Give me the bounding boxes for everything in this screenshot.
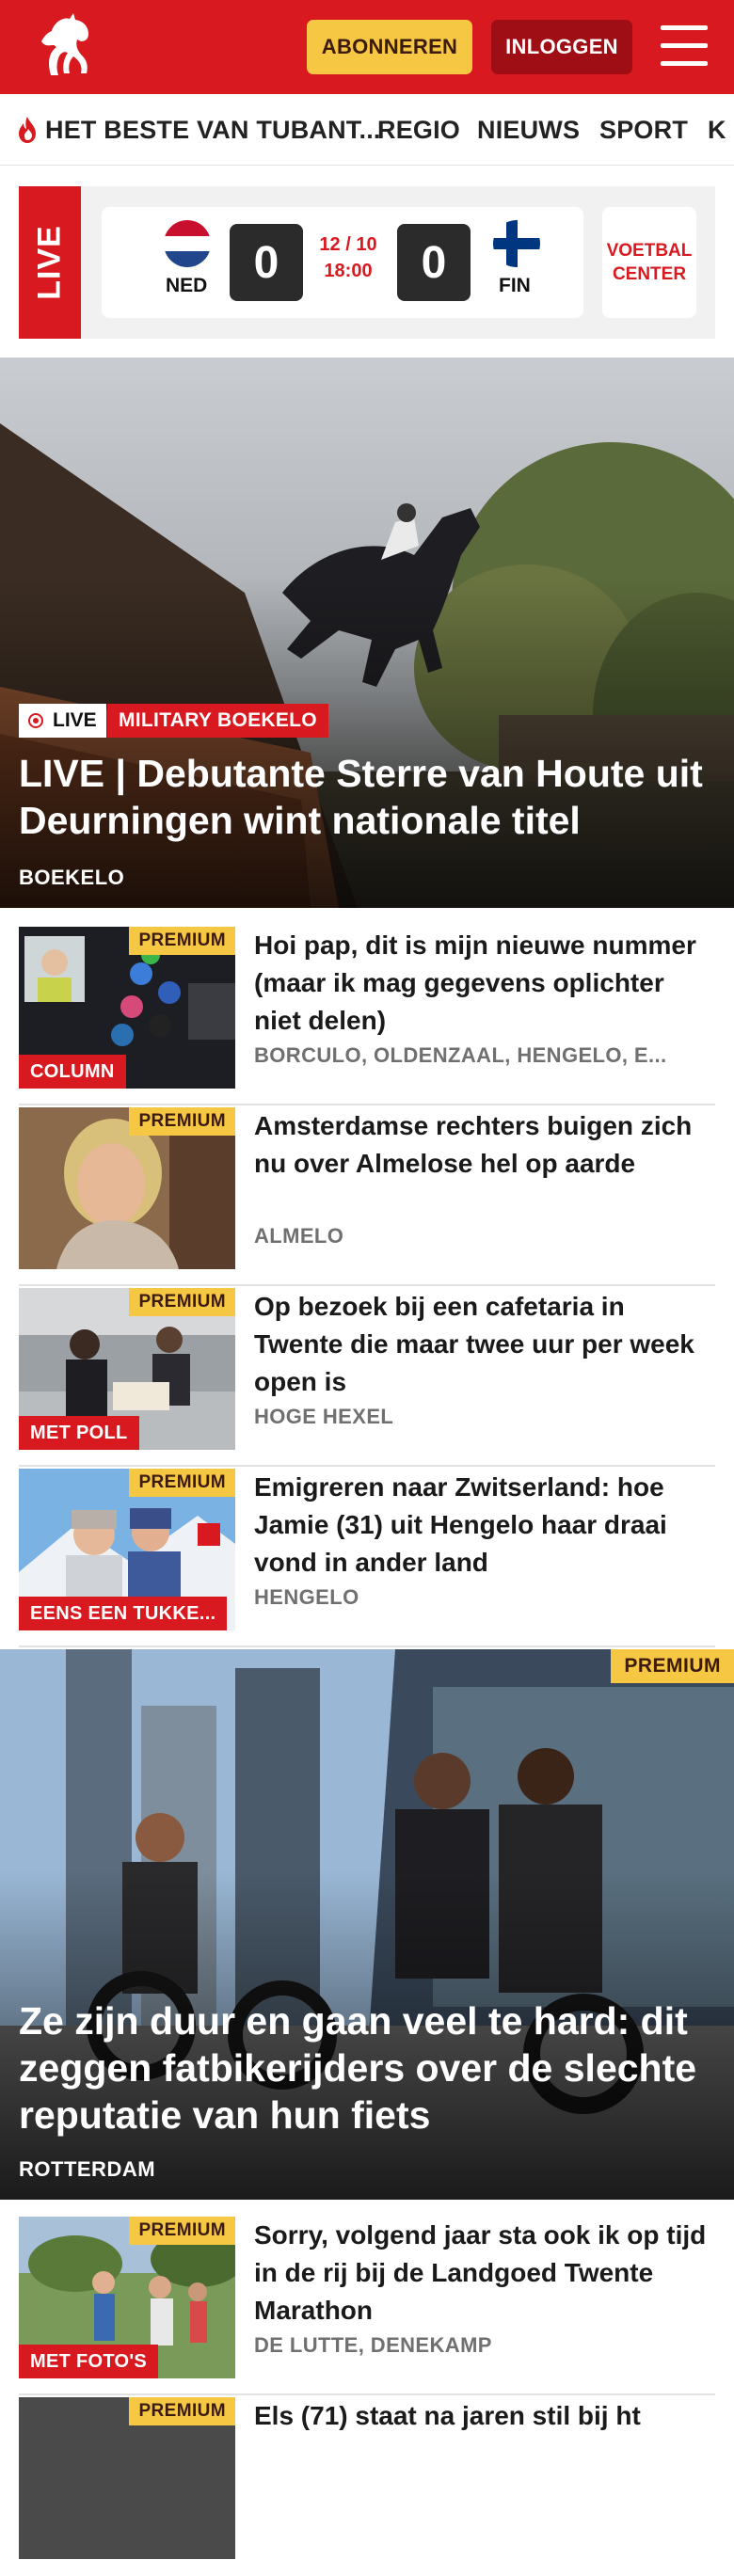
article-label: MET FOTO'S: [19, 2345, 159, 2378]
premium-badge: PREMIUM: [129, 1469, 235, 1497]
live-dot-icon: [28, 713, 43, 728]
article-title[interactable]: Hoi pap, dit is mijn nieuwe nummer (maar…: [254, 927, 715, 1040]
live-match-widget: LIVE NED 0 12 / 10 18:00 0 FIN VOETBAL C…: [19, 186, 715, 339]
list-item[interactable]: PREMIUM Els (71) staat na jaren stil bij…: [19, 2397, 715, 2576]
live-label: LIVE: [31, 225, 68, 300]
nav-item-more[interactable]: K: [708, 94, 726, 165]
article-thumbnail: PREMIUM: [19, 1107, 235, 1269]
article-thumbnail: PREMIUM EENS EEN TUKKE...: [19, 1469, 235, 1630]
article-thumbnail: PREMIUM: [19, 2397, 235, 2559]
live-tab[interactable]: LIVE: [19, 186, 81, 339]
article-title[interactable]: Op bezoek bij een cafetaria in Twente di…: [254, 1288, 715, 1401]
subscribe-button[interactable]: ABONNEREN: [307, 20, 472, 74]
list-item[interactable]: PREMIUM COLUMN Hoi pap, dit is mijn nieu…: [19, 927, 715, 1105]
premium-badge: PREMIUM: [129, 927, 235, 955]
nav-item-regio[interactable]: REGIO: [377, 94, 460, 165]
nav-item-nieuws[interactable]: NIEUWS: [477, 94, 580, 165]
live-tag: LIVE: [19, 704, 106, 738]
voetbal-center-link[interactable]: VOETBAL CENTER: [602, 207, 696, 318]
article-label: EENS EEN TUKKE...: [19, 1597, 228, 1630]
article-title[interactable]: Amsterdamse rechters buigen zich nu over…: [254, 1107, 715, 1183]
premium-badge: PREMIUM: [611, 1649, 734, 1683]
list-item[interactable]: PREMIUM Amsterdamse rechters buigen zich…: [19, 1107, 715, 1286]
nav-item-sport[interactable]: SPORT: [599, 94, 688, 165]
home-score: 0: [230, 224, 303, 301]
article-location: ALMELO: [254, 1224, 344, 1248]
match-time: 18:00: [324, 261, 373, 281]
list-item[interactable]: PREMIUM EENS EEN TUKKE... Emigreren naar…: [19, 1469, 715, 1647]
premium-badge: PREMIUM: [129, 1288, 235, 1316]
flame-icon: [19, 117, 36, 143]
netherlands-flag-icon: [164, 220, 211, 267]
article-location: HOGE HEXEL: [254, 1405, 394, 1428]
voetbal-center-label-2: CENTER: [612, 264, 687, 284]
match-datetime: 12 / 10 18:00: [312, 231, 384, 284]
premium-badge: PREMIUM: [129, 2217, 235, 2245]
menu-icon[interactable]: [661, 25, 708, 67]
article-title[interactable]: Emigreren naar Zwitserland: hoe Jamie (3…: [254, 1469, 715, 1582]
site-header: ABONNEREN INLOGGEN: [0, 0, 734, 94]
article-location: DE LUTTE, DENEKAMP: [254, 2333, 492, 2357]
finland-flag-icon: [493, 220, 540, 267]
away-team: FIN: [499, 275, 531, 296]
live-tag-label: LIVE: [53, 709, 97, 731]
premium-badge: PREMIUM: [129, 2397, 235, 2425]
score-card[interactable]: NED 0 12 / 10 18:00 0 FIN: [102, 207, 583, 318]
article-thumbnail: PREMIUM MET FOTO'S: [19, 2217, 235, 2378]
article-title[interactable]: Els (71) staat na jaren stil bij ht: [254, 2397, 715, 2435]
hero-article-boekelo[interactable]: LIVE MILITARY BOEKELO LIVE | Debutante S…: [0, 358, 734, 908]
list-item[interactable]: PREMIUM MET FOTO'S Sorry, volgend jaar s…: [19, 2217, 715, 2395]
tubantia-horse-logo[interactable]: [32, 9, 100, 85]
match-date: 12 / 10: [319, 234, 377, 255]
list-item[interactable]: PREMIUM MET POLL Op bezoek bij een cafet…: [19, 1288, 715, 1467]
hero-gradient: [0, 578, 734, 908]
article-label: MET POLL: [19, 1416, 139, 1450]
article-location: HENGELO: [254, 1585, 359, 1609]
article-title[interactable]: Sorry, volgend jaar sta ook ik op tijd i…: [254, 2217, 715, 2330]
hero-title[interactable]: LIVE | Debutante Sterre van Houte uit De…: [19, 750, 706, 844]
nav-item-label: HET BESTE VAN TUBANT...: [45, 115, 381, 144]
main-nav: HET BESTE VAN TUBANT... REGIO NIEUWS SPO…: [0, 94, 734, 166]
away-score: 0: [397, 224, 471, 301]
login-button[interactable]: INLOGGEN: [491, 20, 632, 74]
home-team: NED: [166, 275, 208, 296]
hero-article-fatbikes[interactable]: PREMIUM Ze zijn duur en gaan veel te har…: [0, 1649, 734, 2200]
hero-location: ROTTERDAM: [19, 2157, 156, 2181]
hero-location: BOEKELO: [19, 866, 125, 889]
voetbal-center-label-1: VOETBAL: [606, 241, 693, 261]
category-tag: MILITARY BOEKELO: [107, 704, 328, 738]
nav-item-best-of[interactable]: HET BESTE VAN TUBANT...: [15, 94, 381, 165]
article-label: COLUMN: [19, 1055, 126, 1089]
hero-title[interactable]: Ze zijn duur en gaan veel te hard: dit z…: [19, 1997, 706, 2139]
article-thumbnail: PREMIUM COLUMN: [19, 927, 235, 1089]
premium-badge: PREMIUM: [129, 1107, 235, 1136]
article-thumbnail: PREMIUM MET POLL: [19, 1288, 235, 1450]
article-location: BORCULO, OLDENZAAL, HENGELO, E...: [254, 1043, 667, 1067]
